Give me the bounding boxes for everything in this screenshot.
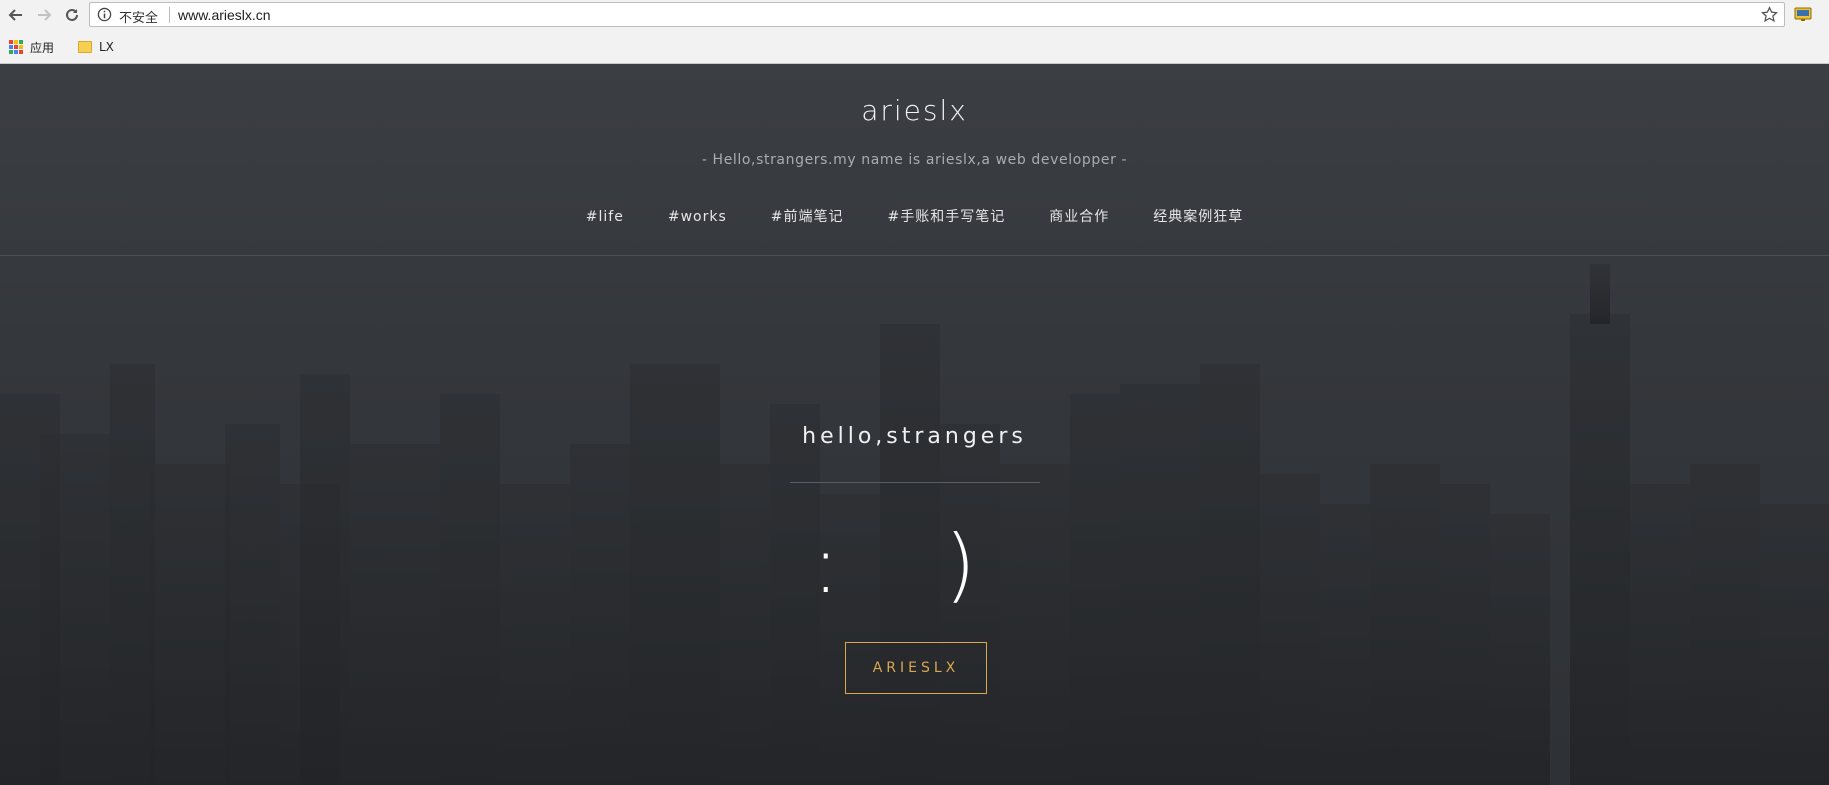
nav-item-handwritten-notes[interactable]: #手账和手写笔记 — [887, 206, 1005, 226]
folder-icon — [78, 41, 92, 53]
star-icon[interactable] — [1761, 6, 1778, 23]
nav-item-works[interactable]: #works — [668, 209, 727, 225]
bookmark-label: 应用 — [30, 40, 55, 55]
main-nav: #life #works #前端笔记 #手账和手写笔记 商业合作 经典案例狂草 — [0, 206, 1829, 226]
arieslx-button[interactable]: ARIESLX — [845, 642, 987, 694]
site-header: arieslx - Hello,strangers.my name is ari… — [0, 64, 1829, 256]
back-button[interactable] — [5, 4, 27, 26]
address-divider — [169, 7, 170, 23]
site-subtitle: - Hello,strangers.my name is arieslx,a w… — [701, 152, 1128, 168]
bookmarks-bar: 应用 LX — [0, 33, 1829, 61]
nav-item-frontend-notes[interactable]: #前端笔记 — [771, 206, 844, 226]
info-icon[interactable] — [97, 7, 112, 22]
reload-icon — [66, 8, 78, 21]
bookmark-label: LX — [99, 40, 114, 54]
svg-text:: ): : ) — [812, 518, 1016, 611]
bookmark-lx[interactable]: LX — [78, 38, 114, 56]
nav-item-classic-cases[interactable]: 经典案例狂草 — [1153, 206, 1243, 226]
address-bar[interactable]: 不安全 www.arieslx.cn — [89, 2, 1785, 27]
nav-item-life[interactable]: #life — [586, 209, 624, 225]
url-text[interactable]: www.arieslx.cn — [178, 7, 271, 23]
hero-heading: hello,strangers — [802, 424, 1027, 449]
page: arieslx - Hello,strangers.my name is ari… — [0, 64, 1829, 785]
back-icon — [8, 9, 22, 21]
smiley-emoticon: : ) — [812, 518, 1016, 611]
browser-chrome: 不安全 www.arieslx.cn 应用 LX — [0, 0, 1829, 64]
bookmark-apps[interactable]: 应用 — [9, 38, 54, 56]
cast-icon[interactable] — [1794, 6, 1812, 22]
apps-icon — [9, 40, 23, 54]
nav-item-business[interactable]: 商业合作 — [1049, 206, 1109, 226]
site-title[interactable]: arieslx — [0, 94, 1829, 127]
forward-icon — [38, 9, 52, 21]
forward-button[interactable] — [33, 4, 55, 26]
browser-toolbar: 不安全 www.arieslx.cn — [0, 0, 1829, 30]
reload-button[interactable] — [61, 4, 83, 26]
hero-divider — [790, 482, 1040, 483]
security-label: 不安全 — [119, 11, 159, 26]
